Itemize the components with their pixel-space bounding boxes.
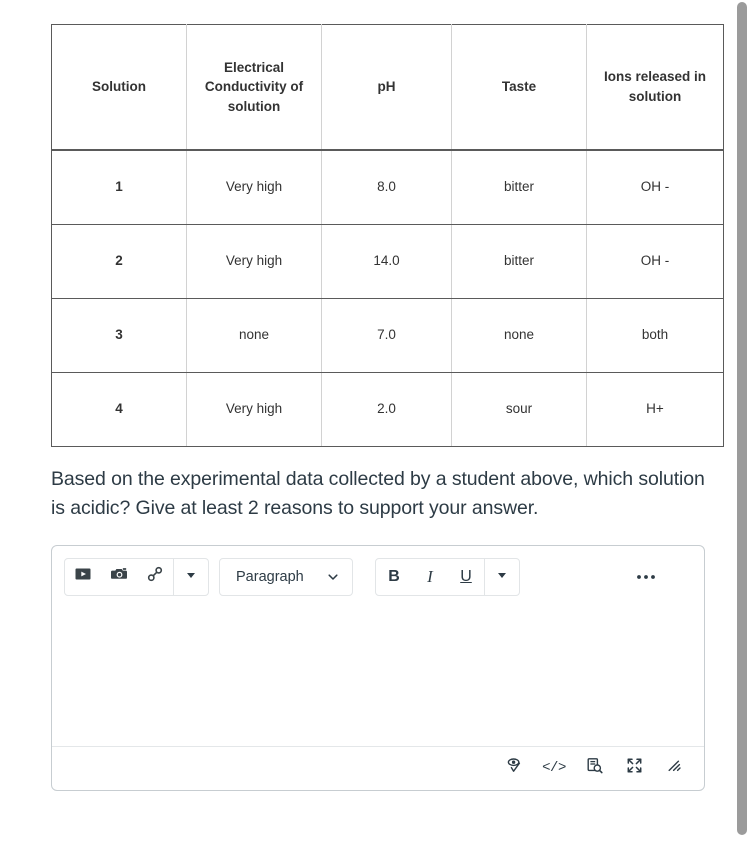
cell-taste: none xyxy=(451,298,587,373)
caret-down-icon xyxy=(185,568,197,586)
accessibility-check-icon xyxy=(505,756,524,780)
cell-ph: 8.0 xyxy=(321,149,452,225)
page-scrollbar[interactable] xyxy=(733,0,750,841)
chevron-down-icon xyxy=(326,570,340,584)
fullscreen-expand-icon xyxy=(625,756,644,780)
paragraph-style-select[interactable]: Paragraph xyxy=(219,557,353,596)
italic-button[interactable]: I xyxy=(412,559,448,595)
link-icon xyxy=(146,565,164,588)
insert-link-button[interactable] xyxy=(137,559,173,595)
text-format-button-group: B I U xyxy=(375,557,520,596)
toolbar-overflow-button[interactable] xyxy=(628,559,664,595)
column-header-ph: pH xyxy=(321,24,452,151)
cell-conductivity: Very high xyxy=(186,149,322,225)
table-body: 1 Very high 8.0 bitter OH - 2 Very high … xyxy=(51,149,724,447)
insert-media-button[interactable] xyxy=(65,559,101,595)
insert-more-button[interactable] xyxy=(174,559,208,595)
underline-button[interactable]: U xyxy=(448,559,484,595)
bold-button[interactable]: B xyxy=(376,559,412,595)
table-row: 2 Very high 14.0 bitter OH - xyxy=(51,224,724,299)
cell-ph: 2.0 xyxy=(321,372,452,447)
question-content: Solution Electrical Conductivity of solu… xyxy=(51,0,724,791)
insert-button-group xyxy=(64,557,209,596)
column-header-solution-label: Solution xyxy=(92,79,146,95)
question-prompt: Based on the experimental data collected… xyxy=(51,468,705,519)
column-header-conductivity-label: Electrical Conductivity of solution xyxy=(204,59,304,114)
word-count-button[interactable] xyxy=(577,753,611,783)
column-header-conductivity: Electrical Conductivity of solution xyxy=(186,24,322,151)
cell-ions: H+ xyxy=(586,372,724,447)
table-row: 4 Very high 2.0 sour H+ xyxy=(51,372,724,447)
page-scrollbar-thumb[interactable] xyxy=(737,2,747,835)
experimental-data-table: Solution Electrical Conductivity of solu… xyxy=(51,24,724,447)
editor-text-area[interactable] xyxy=(53,607,703,746)
cell-conductivity: Very high xyxy=(186,224,322,299)
editor-status-bar: </> xyxy=(52,745,704,790)
resize-handle[interactable] xyxy=(657,753,691,783)
cell-ions: OH - xyxy=(586,224,724,299)
insert-image-button[interactable] xyxy=(101,559,137,595)
cell-ions: OH - xyxy=(586,149,724,225)
html-editor-button[interactable]: </> xyxy=(537,753,571,783)
cell-ph: 14.0 xyxy=(321,224,452,299)
paragraph-style-label: Paragraph xyxy=(236,568,304,585)
cell-conductivity: none xyxy=(186,298,322,373)
cell-conductivity: Very high xyxy=(186,372,322,447)
camera-icon xyxy=(110,565,129,588)
format-more-button[interactable] xyxy=(485,559,519,595)
ellipsis-icon xyxy=(635,573,657,581)
cell-taste: bitter xyxy=(451,149,587,225)
column-header-solution: Solution xyxy=(51,24,187,151)
rich-content-editor: Paragraph B I U </> xyxy=(51,544,705,791)
table-row: 1 Very high 8.0 bitter OH - xyxy=(51,149,724,225)
column-header-taste-label: Taste xyxy=(501,79,537,95)
table-header-row: Solution Electrical Conductivity of solu… xyxy=(51,24,724,151)
resize-grip-icon xyxy=(665,756,684,780)
caret-down-icon xyxy=(496,568,508,586)
cell-solution: 2 xyxy=(51,224,187,299)
fullscreen-button[interactable] xyxy=(617,753,651,783)
cell-solution: 1 xyxy=(51,149,187,225)
cell-taste: bitter xyxy=(451,224,587,299)
column-header-ions: Ions released in solution xyxy=(586,24,724,151)
accessibility-checker-button[interactable] xyxy=(497,753,531,783)
cell-ions: both xyxy=(586,298,724,373)
table-row: 3 none 7.0 none both xyxy=(51,298,724,373)
column-header-taste: Taste xyxy=(451,24,587,151)
editor-toolbar: Paragraph B I U xyxy=(64,557,692,597)
column-header-ions-label: Ions released in solution xyxy=(603,69,707,104)
document-search-icon xyxy=(585,756,604,780)
cell-solution: 4 xyxy=(51,372,187,447)
video-icon xyxy=(74,565,92,588)
column-header-ph-label: pH xyxy=(377,79,396,95)
cell-taste: sour xyxy=(451,372,587,447)
cell-ph: 7.0 xyxy=(321,298,452,373)
table-header: Solution Electrical Conductivity of solu… xyxy=(51,24,724,151)
cell-solution: 3 xyxy=(51,298,187,373)
